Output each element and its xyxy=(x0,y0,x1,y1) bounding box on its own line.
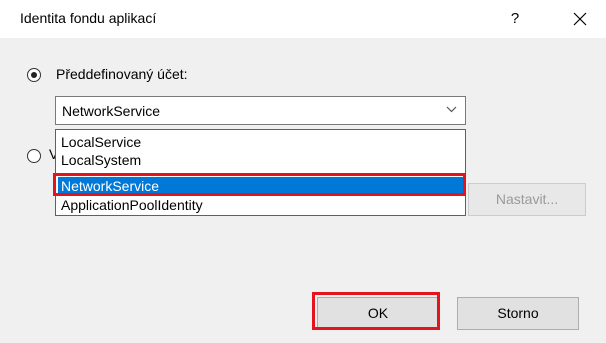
list-item-applicationpoolidentity[interactable]: ApplicationPoolIdentity xyxy=(58,196,463,214)
close-button[interactable] xyxy=(560,2,600,36)
window-title: Identita fondu aplikací xyxy=(20,10,157,26)
custom-account-radio[interactable] xyxy=(27,149,41,163)
title-bar: Identita fondu aplikací ? xyxy=(0,0,606,38)
cancel-button[interactable]: Storno xyxy=(457,297,579,330)
list-item-localsystem[interactable]: LocalSystem xyxy=(58,151,463,169)
radio-selected-dot xyxy=(31,72,37,78)
predefined-account-label[interactable]: Předdefinovaný účet: xyxy=(56,66,188,82)
combobox-value: NetworkService xyxy=(62,103,161,119)
close-icon xyxy=(573,12,587,26)
chevron-down-icon xyxy=(446,106,457,113)
account-combobox[interactable]: NetworkService xyxy=(55,96,466,125)
ok-highlight-box xyxy=(312,292,440,330)
help-button[interactable]: ? xyxy=(498,2,532,36)
list-item-localservice[interactable]: LocalService xyxy=(58,133,463,151)
set-button[interactable]: Nastavit... xyxy=(468,183,586,216)
selection-highlight-box xyxy=(53,173,466,196)
predefined-account-radio[interactable] xyxy=(27,68,41,82)
